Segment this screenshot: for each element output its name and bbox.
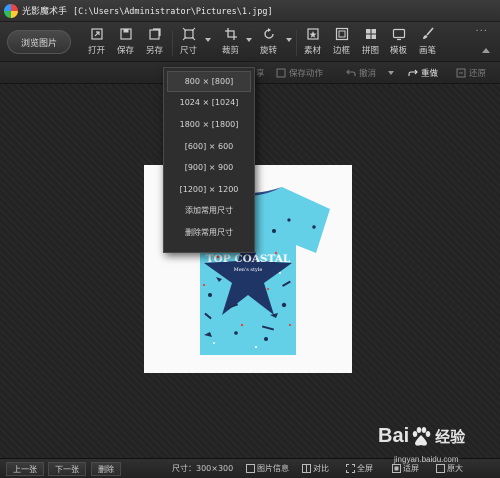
size-menu-item[interactable]: [600] × 600 xyxy=(167,136,251,157)
material-button[interactable]: 素材 xyxy=(304,26,321,58)
size-label: 尺寸 xyxy=(180,46,198,56)
size-dropdown-menu: 800 × [800] 1024 × [1024] 1800 × [1800] … xyxy=(163,67,255,253)
crop-dropdown-arrow-icon[interactable] xyxy=(246,38,252,42)
redo-label: 重做 xyxy=(421,69,439,79)
undo-dropdown-arrow-icon[interactable] xyxy=(388,71,394,75)
template-icon xyxy=(392,28,405,41)
share-label: 享 xyxy=(256,69,265,79)
save-as-label: 另存 xyxy=(146,46,164,56)
baidu-paw-icon xyxy=(412,426,431,446)
size-dropdown-arrow-icon[interactable] xyxy=(205,38,211,42)
size-button[interactable]: 尺寸 xyxy=(180,26,197,58)
app-logo-icon xyxy=(4,4,18,18)
brush-label: 画笔 xyxy=(419,46,437,56)
watermark-brand-left: Bai xyxy=(378,425,410,447)
undo-label: 撤消 xyxy=(359,69,377,79)
compare-icon xyxy=(302,464,311,473)
compare-label: 对比 xyxy=(313,464,329,473)
border-label: 边框 xyxy=(333,46,351,56)
shirt-print-subtext: Men's style xyxy=(234,267,263,273)
restore-icon xyxy=(456,68,466,78)
watermark-logo: Bai 经验 xyxy=(378,425,465,448)
image-info-button[interactable]: 图片信息 xyxy=(246,463,289,474)
brush-icon xyxy=(422,27,434,39)
rotate-label: 旋转 xyxy=(260,46,278,56)
fullscreen-label: 全屏 xyxy=(357,464,373,473)
collage-label: 拼图 xyxy=(362,46,380,56)
collage-icon xyxy=(365,29,376,39)
material-label: 素材 xyxy=(304,46,322,56)
crop-button[interactable]: 裁剪 xyxy=(222,26,239,58)
save-button[interactable]: 保存 xyxy=(117,26,134,58)
file-path: [C:\Users\Administrator\Pictures\1.jpg] xyxy=(73,7,273,17)
resize-icon xyxy=(182,27,195,41)
undo-button[interactable]: 撤消 xyxy=(346,67,376,79)
image-info-label: 图片信息 xyxy=(257,464,289,473)
watermark-brand-right: 经验 xyxy=(435,429,466,446)
collage-button[interactable]: 拼图 xyxy=(362,26,379,58)
rotate-button[interactable]: 旋转 xyxy=(260,26,277,58)
size-menu-item[interactable]: 1024 × [1024] xyxy=(167,93,251,114)
baidu-jingyan-watermark: Bai 经验 jingyan.baidu.com xyxy=(378,425,493,471)
open-label: 打开 xyxy=(88,46,106,56)
redo-icon xyxy=(408,69,418,76)
save-as-icon xyxy=(148,28,161,40)
next-image-button[interactable]: 下一张 xyxy=(48,462,86,476)
fullscreen-button[interactable]: 全屏 xyxy=(346,463,373,474)
undo-icon xyxy=(346,69,356,76)
title-bar: 光影魔术手 [C:\Users\Administrator\Pictures\1.… xyxy=(0,0,500,22)
image-size-value: 尺寸：300×300 xyxy=(172,464,234,473)
material-icon xyxy=(306,28,319,40)
toolbar-separator xyxy=(296,30,297,56)
crop-label: 裁剪 xyxy=(222,46,240,56)
open-button[interactable]: 打开 xyxy=(88,26,105,58)
previous-image-button[interactable]: 上一张 xyxy=(6,462,44,476)
compare-button[interactable]: 对比 xyxy=(302,463,329,474)
brush-button[interactable]: 画笔 xyxy=(419,26,436,58)
window-title: 光影魔术手 [C:\Users\Administrator\Pictures\1.… xyxy=(22,4,273,17)
size-menu-item[interactable]: [1200] × 1200 xyxy=(167,179,251,200)
image-info-icon xyxy=(246,464,255,473)
redo-button[interactable]: 重做 xyxy=(408,67,438,79)
browse-images-button[interactable]: 浏览图片 xyxy=(7,30,71,54)
save-action-button[interactable]: 保存动作 xyxy=(276,67,323,79)
border-icon xyxy=(335,27,348,41)
restore-label: 还原 xyxy=(469,69,487,79)
toolbar-separator xyxy=(172,30,173,56)
open-icon xyxy=(90,28,103,40)
template-label: 模板 xyxy=(390,46,408,56)
save-as-button[interactable]: 另存 xyxy=(146,26,163,58)
more-icon[interactable]: ··· xyxy=(475,26,488,37)
crop-icon xyxy=(224,28,237,40)
add-common-size-item[interactable]: 添加常用尺寸 xyxy=(167,201,251,222)
template-button[interactable]: 模板 xyxy=(390,26,407,58)
share-button[interactable]: 享 xyxy=(256,67,265,79)
watermark-url: jingyan.baidu.com xyxy=(394,455,459,464)
rotate-dropdown-arrow-icon[interactable] xyxy=(286,38,292,42)
size-menu-item[interactable]: 1800 × [1800] xyxy=(167,114,251,135)
main-toolbar: 浏览图片 打开 保存 另存 尺寸 裁剪 旋转 素材 边框 拼图 模板 画笔 ··… xyxy=(0,22,500,62)
delete-common-size-item[interactable]: 删除常用尺寸 xyxy=(167,222,251,243)
shirt-print-text: TOP COASTAL xyxy=(206,253,291,265)
fullscreen-icon xyxy=(346,464,355,473)
save-action-icon xyxy=(276,68,286,78)
app-name: 光影魔术手 xyxy=(22,7,68,17)
delete-button[interactable]: 删除 xyxy=(91,462,121,476)
size-menu-item[interactable]: 800 × [800] xyxy=(167,71,251,92)
save-label: 保存 xyxy=(117,46,135,56)
collapse-toolbar-icon[interactable] xyxy=(482,48,490,53)
image-size-text: 尺寸：300×300 xyxy=(172,463,233,474)
restore-button[interactable]: 还原 xyxy=(456,67,486,79)
size-menu-item[interactable]: [900] × 900 xyxy=(167,157,251,178)
save-icon xyxy=(119,28,132,40)
rotate-icon xyxy=(263,28,274,39)
border-button[interactable]: 边框 xyxy=(333,26,350,58)
save-action-label: 保存动作 xyxy=(289,69,324,79)
